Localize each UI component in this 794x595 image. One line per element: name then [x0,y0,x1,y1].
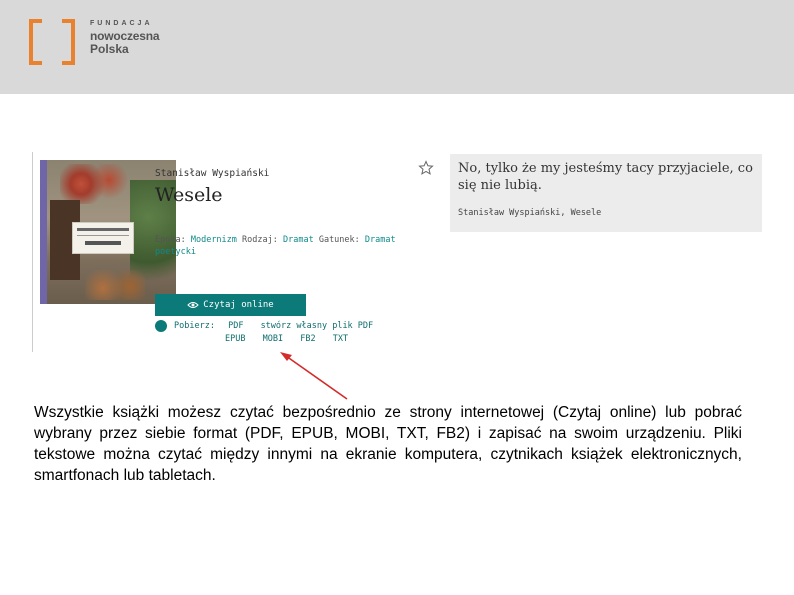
book-metadata: Epoka: Modernizm Rodzaj: Dramat Gatunek:… [155,234,425,258]
logo-text: FUNDACJA nowoczesna Polska [90,20,160,56]
cover-label-line [77,228,129,231]
format-link-custom-pdf[interactable]: stwórz własny plik PDF [261,321,374,331]
foundation-logo[interactable]: FUNDACJA nowoczesna Polska [28,18,178,70]
logo-bracket-icon [29,19,75,65]
format-link-mobi[interactable]: MOBI [263,334,283,344]
quote-box: No, tylko że my jesteśmy tacy przyjaciel… [450,154,762,232]
logo-line-2: nowoczesna [90,29,160,43]
download-line-1: Pobierz: PDF stwórz własny plik PDF [174,321,385,331]
cover-strip [40,160,47,304]
epoch-label: Epoka: [155,235,186,245]
cover-label-line [85,241,121,245]
book-title: Wesele [155,184,223,206]
cover-label [72,222,134,254]
divider [32,152,33,352]
cover-flowers [60,164,130,204]
download-icon [155,320,167,332]
format-link-epub[interactable]: EPUB [225,334,245,344]
epoch-link[interactable]: Modernizm [191,235,237,245]
quote-text: No, tylko że my jesteśmy tacy przyjaciel… [458,161,753,193]
book-author[interactable]: Stanisław Wyspiański [155,168,269,179]
kind-link[interactable]: Dramat [283,235,314,245]
format-link-pdf[interactable]: PDF [228,321,243,331]
book-page-screenshot: Stanisław Wyspiański Wesele Epoka: Moder… [32,152,762,352]
logo-line-1: FUNDACJA [90,20,153,27]
genre-label: Gatunek: [318,235,360,245]
read-online-button[interactable]: Czytaj online [155,294,306,316]
download-line-2: EPUB MOBI FB2 TXT [225,334,360,344]
format-link-fb2[interactable]: FB2 [300,334,315,344]
star-icon[interactable] [418,160,434,176]
eye-icon [187,302,199,308]
header-band: FUNDACJA nowoczesna Polska [0,0,794,94]
logo-line-3: Polska [90,42,129,56]
download-label: Pobierz: [174,321,215,331]
read-online-label: Czytaj online [203,300,274,310]
description-paragraph: Wszystkie książki możesz czytać bezpośre… [34,404,742,484]
cover-label-line [77,235,129,236]
format-link-txt[interactable]: TXT [333,334,348,344]
book-cover[interactable] [40,160,176,304]
cover-pots [85,270,145,300]
kind-label: Rodzaj: [242,235,278,245]
quote-source[interactable]: Stanisław Wyspiański, Wesele [458,208,601,218]
